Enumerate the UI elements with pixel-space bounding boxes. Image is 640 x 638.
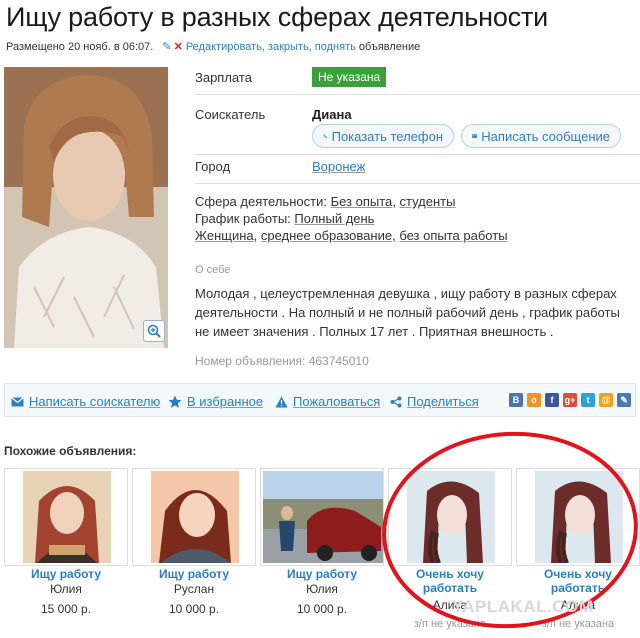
action-bar: Написать соискателю В избранное Пожалова… xyxy=(4,383,636,417)
similar-photo xyxy=(23,471,111,563)
divider xyxy=(195,183,640,184)
show-phone-button[interactable]: Показать телефон xyxy=(312,124,454,148)
applicant-label: Соискатель xyxy=(195,107,266,122)
show-phone-label: Показать телефон xyxy=(331,128,443,144)
similar-title-link[interactable]: Ищу работу xyxy=(260,567,384,581)
similar-title-link[interactable]: Ищу работу xyxy=(132,567,256,581)
applicant-photo[interactable] xyxy=(4,67,168,348)
complain-label: Пожаловаться xyxy=(293,394,381,409)
zoom-button[interactable] xyxy=(143,320,165,342)
odnoklassniki-icon[interactable]: o xyxy=(527,393,541,407)
similar-card[interactable] xyxy=(260,468,384,566)
envelope-icon xyxy=(11,396,24,406)
similar-card[interactable] xyxy=(132,468,256,566)
gender-link[interactable]: Женщина xyxy=(195,228,254,243)
sphere-link[interactable]: студенты xyxy=(400,194,456,209)
education-link[interactable]: среднее образование xyxy=(261,228,392,243)
city-link[interactable]: Воронеж xyxy=(312,159,365,174)
posted-date: Размещено 20 нояб. в 06:07. xyxy=(6,41,154,53)
sphere-link[interactable]: Без опыта xyxy=(331,194,393,209)
phone-icon xyxy=(323,134,328,138)
write-message-label: Написать сообщение xyxy=(481,128,610,144)
favorite-button[interactable]: В избранное xyxy=(168,394,263,409)
about-text: Молодая , целеустремленная девушка , ищу… xyxy=(195,286,620,339)
livejournal-icon[interactable]: ✎ xyxy=(617,393,631,407)
salary-label: Зарплата xyxy=(195,70,252,85)
sphere-label: Сфера деятельности: xyxy=(195,194,327,209)
zoom-icon xyxy=(147,324,161,338)
facebook-icon[interactable]: f xyxy=(545,393,559,407)
similar-photo xyxy=(263,471,383,563)
similar-name: Руслан xyxy=(173,582,215,596)
favorite-label: В избранное xyxy=(187,394,264,409)
share-label: Поделиться xyxy=(407,394,479,409)
similar-name: Юлия xyxy=(306,582,338,596)
write-applicant-button[interactable]: Написать соискателю xyxy=(11,394,160,409)
divider xyxy=(195,94,640,95)
edit-link[interactable]: Редактировать, закрыть, поднять xyxy=(186,41,356,53)
schedule-link[interactable]: Полный день xyxy=(294,211,374,226)
warning-icon xyxy=(275,396,288,407)
twitter-icon[interactable]: t xyxy=(581,393,595,407)
vk-icon[interactable]: B xyxy=(509,393,523,407)
mail-ru-icon[interactable]: @ xyxy=(599,393,613,407)
schedule-row: График работы: Полный день xyxy=(195,211,374,226)
complain-button[interactable]: Пожаловаться xyxy=(275,394,380,409)
close-icon[interactable]: ✕ xyxy=(174,41,183,53)
salary-badge: Не указана xyxy=(312,67,387,87)
share-icon xyxy=(390,396,402,407)
about-label: О себе xyxy=(195,264,231,276)
watermark: YAPLAKAL.COM xyxy=(452,597,594,616)
profile-row: Женщина, среднее образование, без опыта … xyxy=(195,228,508,243)
share-button[interactable]: Поделиться xyxy=(390,394,479,409)
write-applicant-label: Написать соискателю xyxy=(29,394,161,409)
similar-card[interactable] xyxy=(4,468,128,566)
edit-suffix: объявление xyxy=(355,41,421,53)
similar-name: Юлия xyxy=(50,582,82,596)
page-title: Ищу работу в разных сферах деятельности xyxy=(6,2,549,32)
similar-price: 10 000 р. xyxy=(168,602,220,616)
similar-heading: Похожие объявления: xyxy=(4,444,137,458)
similar-photo xyxy=(151,471,239,563)
ad-number: Номер объявления: 463745010 xyxy=(195,354,369,368)
pencil-icon[interactable]: ✎ xyxy=(162,41,171,53)
envelope-icon xyxy=(472,133,478,138)
divider xyxy=(195,154,640,155)
similar-title-link[interactable]: Ищу работу xyxy=(4,567,128,581)
city-label: Город xyxy=(195,159,231,174)
similar-price: 15 000 р. xyxy=(40,602,92,616)
write-message-button[interactable]: Написать сообщение xyxy=(461,124,621,148)
applicant-name: Диана xyxy=(312,107,352,122)
applicant-photo-illustration xyxy=(4,67,168,348)
ad-meta: Размещено 20 нояб. в 06:07. ✎ ✕ Редактиров… xyxy=(6,40,420,53)
star-icon xyxy=(168,395,182,408)
similar-price: 10 000 р. xyxy=(296,602,348,616)
experience-link[interactable]: без опыта работы xyxy=(399,228,507,243)
schedule-label: График работы: xyxy=(195,211,291,226)
sphere-row: Сфера деятельности: Без опыта, студенты xyxy=(195,194,456,209)
google-plus-icon[interactable]: g+ xyxy=(563,393,577,407)
